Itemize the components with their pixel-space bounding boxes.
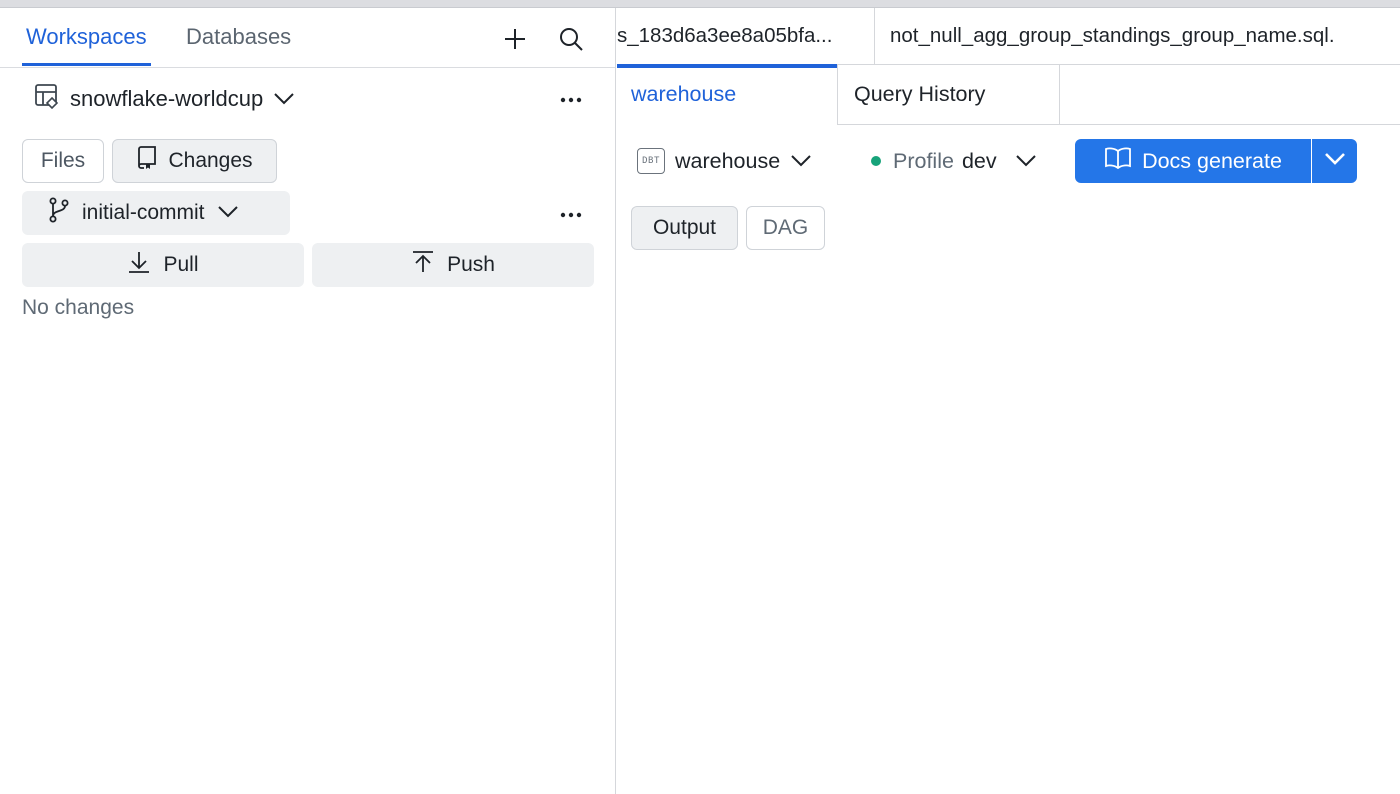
git-branch-icon [48,197,70,229]
changes-icon [136,146,158,176]
book-icon [1104,147,1132,175]
chevron-down-icon [790,149,812,174]
profile-label: Profile [893,148,954,173]
docs-generate-label: Docs generate [1142,148,1282,173]
tab-warehouse[interactable]: warehouse [631,82,736,107]
branch-name: initial-commit [82,201,205,224]
file-tab[interactable]: s_183d6a3ee8a05bfa... [617,8,875,64]
workspace-name: snowflake-worldcup [70,86,264,111]
docs-generate-dropdown[interactable] [1312,139,1357,183]
chevron-down-icon [273,86,295,112]
tab-output[interactable]: Output [631,206,738,250]
chevron-down-icon [217,201,239,225]
search-icon[interactable] [556,24,586,54]
plus-icon[interactable] [500,24,530,54]
branch-selector[interactable]: initial-commit [22,191,290,235]
tab-workspaces[interactable]: Workspaces [22,20,151,66]
workspace-icon [34,83,60,115]
changes-status-text: No changes [22,296,135,319]
project-selector[interactable]: DBT warehouse [637,146,812,176]
sidebar: Workspaces Databases snowflake-worldcup … [0,8,616,794]
chevron-down-icon [1324,152,1346,171]
files-button[interactable]: Files [22,139,104,183]
file-tab-label: s_183d6a3ee8a05bfa... [617,24,833,47]
push-label: Push [447,253,495,276]
tab-query-history-label: Query History [854,82,986,106]
file-tab[interactable]: not_null_agg_group_standings_group_name.… [876,8,1400,64]
profile-selector[interactable]: Profile dev [871,146,1037,176]
changes-label: Changes [168,149,253,172]
chevron-down-icon [1015,149,1037,174]
pull-label: Pull [163,253,199,276]
download-icon [127,250,151,280]
branch-more-icon[interactable] [558,205,584,225]
tab-dag[interactable]: DAG [746,206,825,250]
changes-button[interactable]: Changes [112,139,277,183]
docs-generate-button[interactable]: Docs generate [1075,139,1311,183]
active-file-tab-indicator [617,64,837,68]
upload-icon [411,250,435,280]
sidebar-tabs: Workspaces Databases [0,8,615,68]
panel-tab-bar-filler [1060,64,1400,125]
pull-button[interactable]: Pull [22,243,304,287]
main-panel: s_183d6a3ee8a05bfa... not_null_agg_group… [617,8,1400,794]
file-tab-label: not_null_agg_group_standings_group_name.… [890,24,1335,47]
project-name: warehouse [675,148,781,173]
workspace-more-icon[interactable] [558,90,584,110]
tab-databases[interactable]: Databases [186,20,291,66]
window-top-border [0,0,1400,8]
dbt-icon: DBT [637,148,665,174]
tab-query-history[interactable]: Query History [837,64,1060,125]
status-dot [871,156,881,166]
push-button[interactable]: Push [312,243,594,287]
profile-value: dev [961,148,997,173]
workspace-selector[interactable]: snowflake-worldcup [34,84,295,114]
